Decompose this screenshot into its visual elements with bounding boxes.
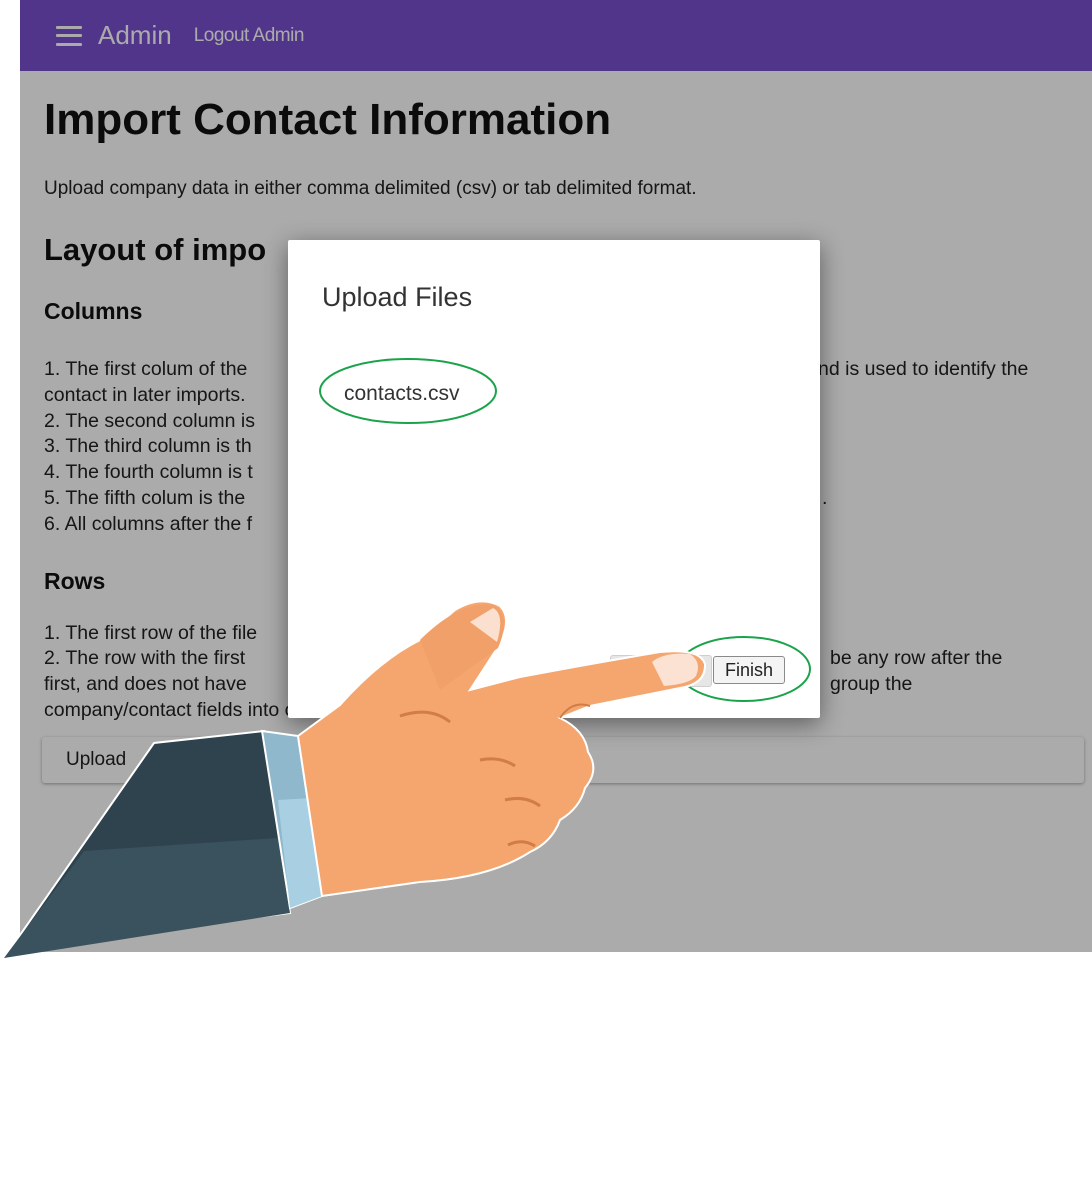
dialog-title: Upload Files	[322, 282, 473, 312]
file-highlight-circle	[319, 358, 497, 424]
upload-files-dialog: Upload Files contacts.csv s Finish	[288, 240, 820, 718]
app-window: Admin Logout Admin Import Contact Inform…	[20, 0, 1092, 952]
finish-highlight-circle	[677, 636, 811, 702]
